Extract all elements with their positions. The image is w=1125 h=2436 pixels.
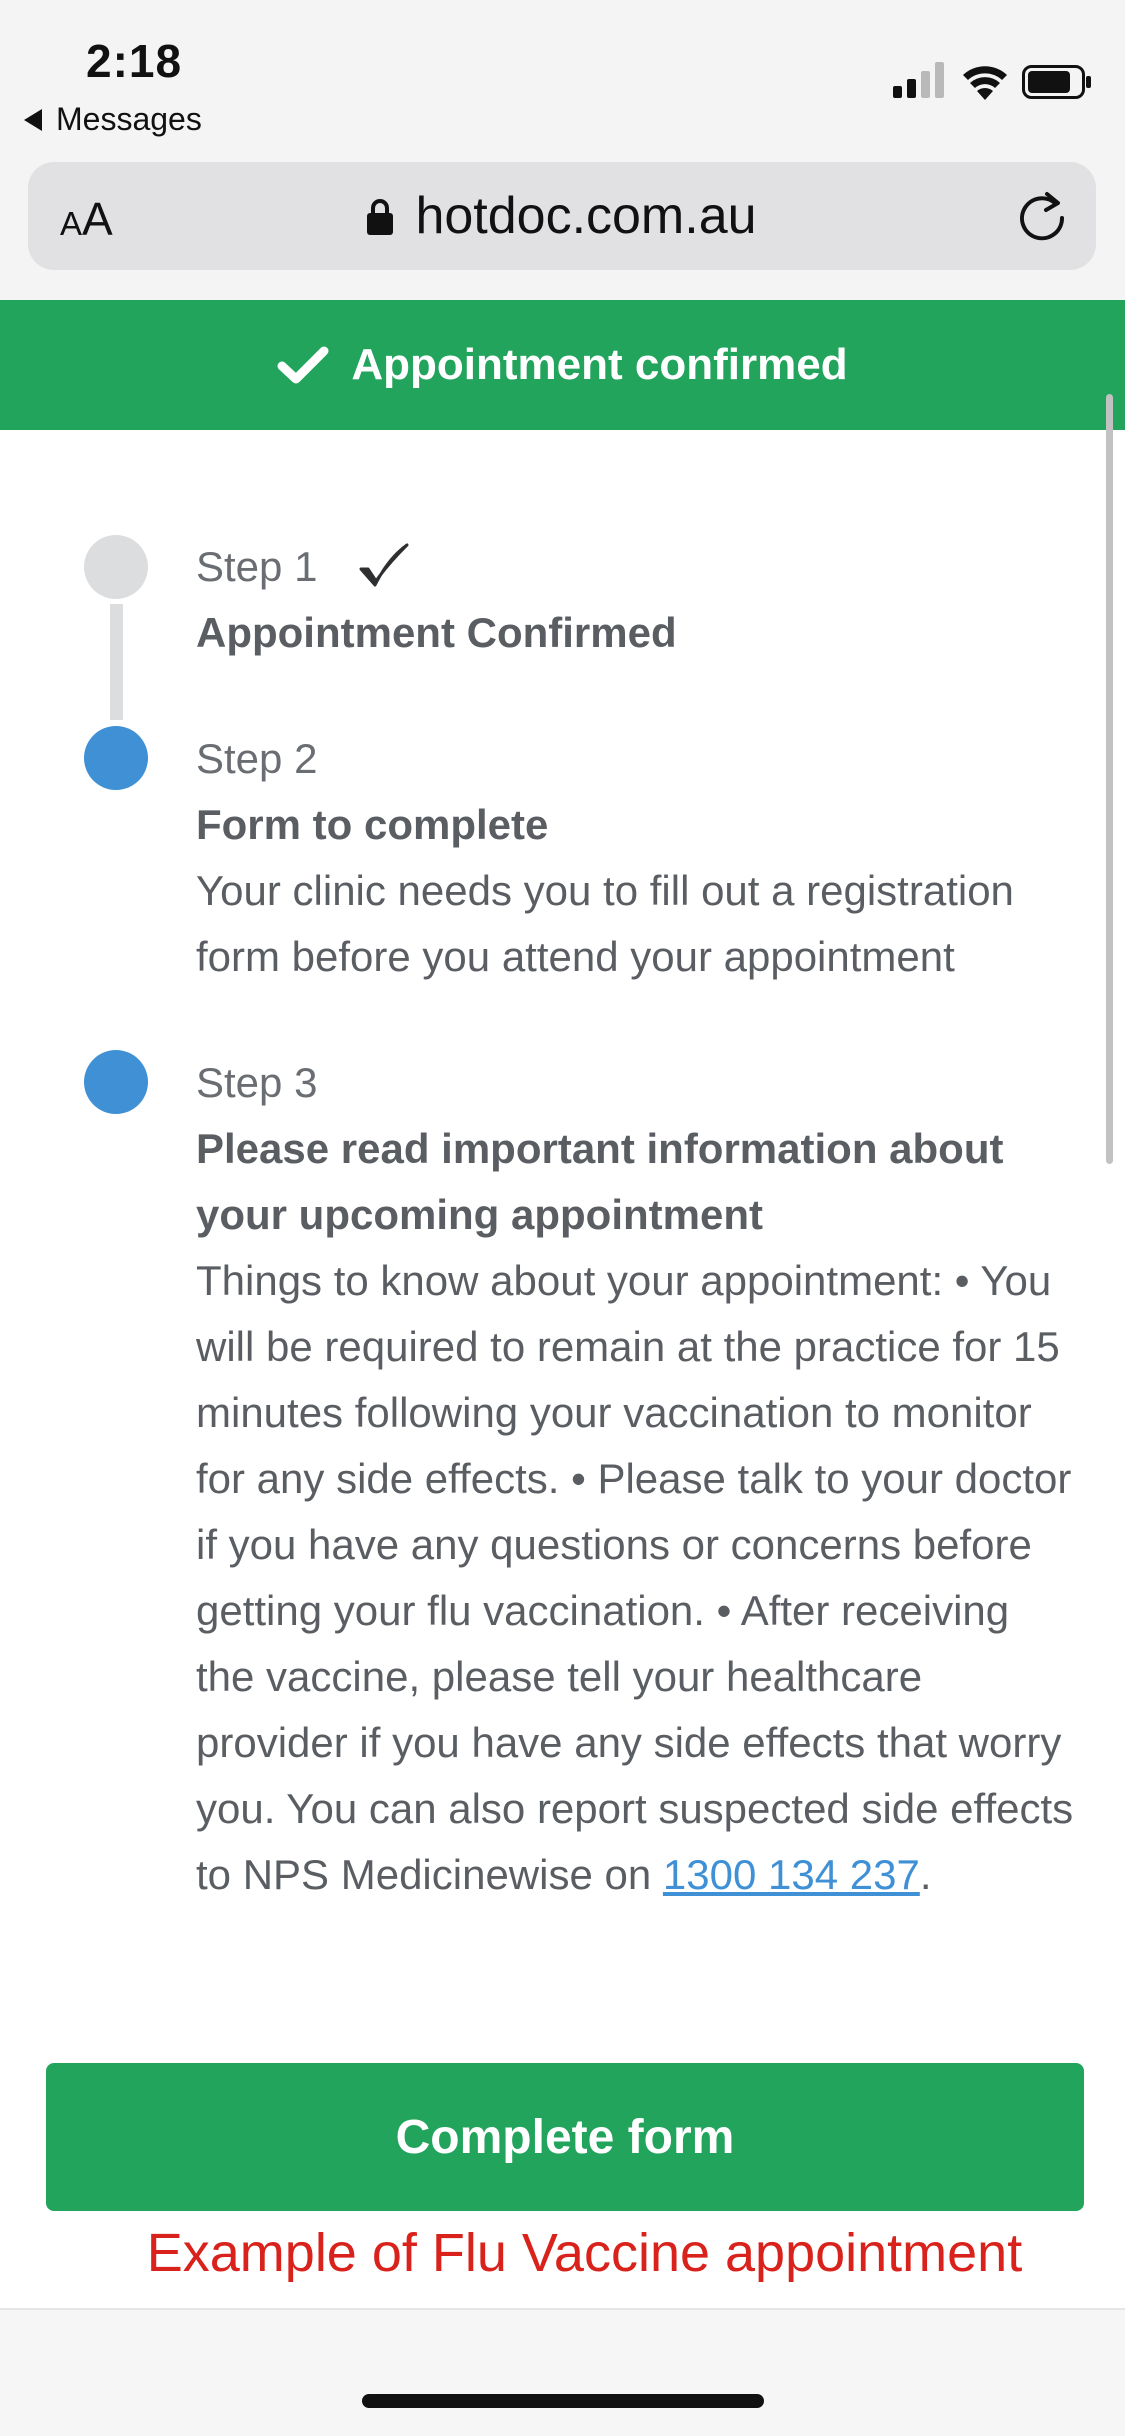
step-1-label: Step 1 bbox=[196, 543, 318, 590]
back-app-label: Messages bbox=[56, 101, 202, 137]
confirmation-banner: Appointment confirmed bbox=[0, 300, 1125, 430]
step-3-indicator bbox=[84, 1050, 148, 1114]
phone-number-link[interactable]: 1300 134 237 bbox=[663, 1851, 920, 1898]
cellular-signal-icon bbox=[893, 62, 944, 98]
clock: 2:18 bbox=[86, 35, 183, 87]
address-bar[interactable]: AA hotdoc.com.au bbox=[28, 162, 1096, 270]
back-to-messages-link[interactable]: Messages bbox=[24, 101, 202, 138]
banner-text: Appointment confirmed bbox=[351, 340, 848, 389]
step-1-title: Appointment Confirmed bbox=[196, 609, 677, 656]
step-3-title: Please read important information about … bbox=[196, 1125, 1004, 1238]
status-bar: 2:18 Messages bbox=[0, 0, 1125, 150]
battery-icon bbox=[1022, 65, 1091, 99]
step-3-text: Things to know about your appointment: •… bbox=[196, 1257, 1074, 1898]
step-3-description: Things to know about your appointment: •… bbox=[196, 1248, 1076, 1908]
back-arrow-icon bbox=[24, 108, 42, 131]
step-3-label: Step 3 bbox=[196, 1059, 318, 1106]
checkmark-icon bbox=[359, 543, 409, 587]
step-3-text-end: . bbox=[919, 1851, 932, 1898]
home-indicator[interactable] bbox=[362, 2394, 764, 2408]
wifi-icon bbox=[963, 66, 1007, 100]
step-connector bbox=[110, 604, 123, 720]
bottom-toolbar-area bbox=[0, 2308, 1125, 2436]
step-2-label: Step 2 bbox=[196, 735, 318, 782]
step-1-indicator bbox=[84, 535, 148, 599]
step-2-title: Form to complete bbox=[196, 801, 549, 848]
complete-form-button[interactable]: Complete form bbox=[46, 2063, 1084, 2211]
step-3: Step 3 Please read important information… bbox=[196, 1050, 1076, 1908]
lock-icon bbox=[367, 199, 394, 235]
step-1-header: Step 1 bbox=[196, 534, 1076, 600]
reload-icon[interactable] bbox=[1016, 190, 1068, 242]
scrollbar[interactable] bbox=[1106, 394, 1113, 1164]
step-2: Step 2 Form to complete Your clinic need… bbox=[196, 726, 1076, 990]
step-1: Step 1 Appointment Confirmed bbox=[196, 534, 1076, 666]
check-icon bbox=[277, 346, 329, 384]
caption-annotation: Example of Flu Vaccine appointment bbox=[146, 2223, 1023, 2283]
step-2-indicator bbox=[84, 726, 148, 790]
url-text: hotdoc.com.au bbox=[415, 187, 757, 245]
step-2-description: Your clinic needs you to fill out a regi… bbox=[196, 867, 1014, 980]
url-display: hotdoc.com.au bbox=[28, 186, 1096, 246]
